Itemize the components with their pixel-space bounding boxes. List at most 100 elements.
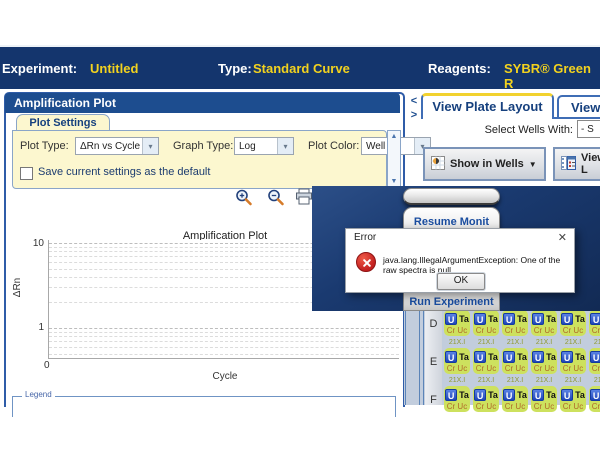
expand-panel-icon[interactable]: > (408, 109, 420, 122)
well-body: UTaCr Uc (531, 310, 557, 336)
plate-well[interactable]: 21X.IUTaCr Uc (443, 338, 471, 376)
resume-monitoring-label: Resume Monit (404, 216, 499, 228)
well-sub-text: Cr Uc (560, 365, 586, 373)
graph-type-dropdown[interactable]: Log ▾ (234, 137, 294, 155)
plot-type-dropdown[interactable]: ΔRn vs Cycle ▾ (75, 137, 159, 155)
show-in-wells-button[interactable]: Show in Wells ▼ (423, 147, 546, 181)
well-sub-text: Cr Uc (502, 403, 528, 411)
error-icon (356, 252, 376, 272)
well-sample-text: 21X.I (530, 376, 558, 386)
well-target-text: Ta (546, 390, 556, 400)
plate-well[interactable]: 21X.IUTaCr Uc (588, 338, 600, 376)
legend-table-icon (561, 156, 576, 173)
plate-row-label-column: DEF (425, 296, 442, 405)
well-body: UTaCr Uc (589, 386, 600, 412)
type-value: Standard Curve (253, 61, 350, 76)
well-sub-text: Cr Uc (473, 403, 499, 411)
chevron-down-icon[interactable]: ▾ (277, 138, 293, 154)
well-sample-text: 21X.I (501, 338, 529, 348)
well-target-text: Ta (488, 390, 498, 400)
plate-well[interactable]: 21X.IUTaCr Uc (501, 338, 529, 376)
well-body: UTaCr Uc (502, 348, 528, 374)
monitor-button-top[interactable] (403, 188, 500, 205)
plate-wells: 21X.IUTaCr Uc21X.IUTaCr Uc21X.IUTaCr Uc2… (443, 296, 600, 405)
well-sample-text: 21X.I (588, 376, 600, 386)
gridline (49, 341, 399, 342)
reagents-value: SYBR® Green R (504, 61, 600, 91)
well-sample-text: 21X.I (472, 338, 500, 348)
plate-well[interactable]: 21X.IUTaCr Uc (472, 338, 500, 376)
unknown-task-icon: U (590, 351, 600, 363)
tab-view-plate-layout[interactable]: View Plate Layout (421, 93, 554, 119)
unknown-task-icon: U (590, 313, 600, 325)
unknown-task-icon: U (445, 389, 457, 401)
plate-border-line (423, 296, 424, 405)
plate-well[interactable]: 21X.I UTa Cr Uc (501, 376, 529, 414)
well-target-text: Ta (575, 390, 585, 400)
select-wells-dropdown[interactable]: - S (577, 120, 600, 138)
unknown-task-icon: U (474, 389, 486, 401)
tab-view-well-table[interactable]: View (557, 95, 600, 119)
amplification-plot-panel-title: Amplification Plot (5, 93, 400, 113)
select-wells-label: Select Wells With: (430, 124, 573, 136)
plate-row-label: F (425, 394, 442, 406)
plate-well[interactable]: 21X.IUTaCr Uc (472, 376, 500, 414)
well-sub-text: Cr Uc (444, 403, 470, 411)
scroll-up-icon[interactable]: ▲ (388, 133, 400, 140)
well-sample-text: 21X.I (559, 376, 587, 386)
well-target-text: Ta (517, 352, 527, 362)
well-target-text: Ta (575, 352, 585, 362)
unknown-task-icon: U (532, 313, 544, 325)
unknown-task-icon: U (532, 351, 544, 363)
scroll-down-icon[interactable]: ▼ (388, 178, 400, 185)
plot-type-value: ΔRn vs Cycle (80, 141, 140, 152)
plate-well[interactable]: 21X.IUTaCr Uc (443, 376, 471, 414)
unknown-task-icon: U (474, 351, 486, 363)
well-body: UTaCr Uc (473, 348, 499, 374)
plate-well[interactable]: 21X.IUTaCr Uc (559, 338, 587, 376)
plate-well[interactable]: 21X.IUTaCr Uc (559, 376, 587, 414)
plate-well[interactable]: 21X.IUTaCr Uc (530, 376, 558, 414)
zoom-in-icon[interactable] (234, 188, 254, 208)
well-sample-text: 21X.I (443, 376, 471, 386)
well-body: UTaCr Uc (531, 386, 557, 412)
experiment-label: Experiment: (2, 61, 77, 76)
well-target-text: Ta (488, 314, 498, 324)
well-sub-text: Cr Uc (531, 403, 557, 411)
well-sample-text: 21X.I (559, 338, 587, 348)
unknown-task-icon: U (503, 313, 515, 325)
unknown-task-icon: U (590, 389, 600, 401)
ok-button[interactable]: OK (437, 273, 485, 290)
well-sub-text: Cr Uc (444, 365, 470, 373)
settings-scrollbar[interactable]: ▲ ▼ (387, 130, 401, 188)
well-sample-text: 21X.I (501, 376, 529, 386)
unknown-task-icon: U (445, 351, 457, 363)
well-sub-text: Cr Uc (531, 365, 557, 373)
view-legend-button[interactable]: View L (553, 147, 600, 181)
well-sub-text: Cr Uc (560, 327, 586, 335)
plate-well[interactable]: 21X.IUTaCr Uc (588, 376, 600, 414)
y-tick-1: 1 (28, 322, 44, 333)
well-target-text: Ta (459, 352, 469, 362)
unknown-task-icon: U (503, 389, 515, 401)
well-body: UTaCr Uc (560, 348, 586, 374)
well-target-text: Ta (546, 314, 556, 324)
print-icon[interactable] (294, 188, 314, 208)
gridline (49, 336, 399, 337)
chevron-down-icon[interactable]: ▾ (142, 138, 158, 154)
well-body: UTaCr Uc (589, 310, 600, 336)
reagents-label: Reagents: (428, 61, 491, 76)
gridline (49, 332, 399, 333)
close-icon[interactable]: ✕ (558, 231, 567, 244)
plate-well[interactable]: 21X.IUTaCr Uc (530, 338, 558, 376)
zoom-out-icon[interactable] (266, 188, 286, 208)
collapse-panel-icon[interactable]: < (408, 95, 420, 108)
well-target-text: Ta (517, 390, 527, 400)
plate-row-label: E (425, 356, 442, 368)
well-sub-text: Cr Uc (444, 327, 470, 335)
unknown-task-icon: U (503, 351, 515, 363)
graph-type-value: Log (239, 141, 256, 152)
unknown-task-icon: U (474, 313, 486, 325)
wells-palette-icon (431, 156, 445, 173)
save-default-checkbox[interactable] (20, 167, 33, 180)
